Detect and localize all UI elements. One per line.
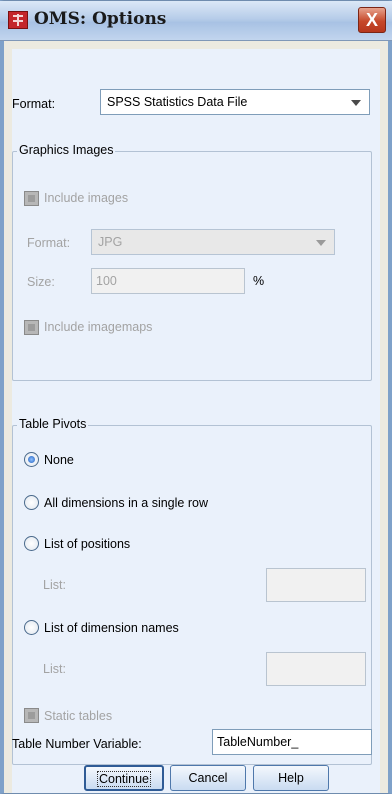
list-dimensions-label: List: — [43, 662, 66, 676]
include-imagemaps-checkbox[interactable] — [24, 320, 39, 335]
image-format-label: Format: — [27, 236, 71, 250]
table-pivots-title: Table Pivots — [17, 417, 89, 431]
pivot-dimension-names-radio[interactable] — [24, 620, 39, 635]
size-input[interactable]: 100 — [91, 268, 245, 294]
list-positions-label: List: — [43, 578, 66, 592]
size-unit: % — [253, 274, 265, 288]
include-images-checkbox[interactable] — [24, 191, 39, 206]
pivot-list-positions-label: List of positions — [44, 537, 131, 551]
pivot-none-radio[interactable] — [24, 452, 39, 467]
format-label: Format: — [12, 97, 56, 111]
title-bar[interactable]: OMS: Options X — [0, 1, 392, 41]
list-dimensions-input[interactable] — [266, 652, 366, 686]
table-pivots-group: Table Pivots None All dimensions in a si… — [12, 417, 372, 765]
pivot-list-positions-radio[interactable] — [24, 536, 39, 551]
pivot-single-row-label: All dimensions in a single row — [44, 496, 208, 510]
pivot-none-label: None — [44, 453, 74, 467]
chevron-down-icon — [316, 240, 326, 246]
continue-button[interactable]: Continue — [84, 765, 164, 791]
graphics-images-title: Graphics Images — [17, 143, 116, 157]
include-images-label: Include images — [44, 191, 129, 205]
static-tables-checkbox[interactable] — [24, 708, 39, 723]
continue-button-label: Continue — [96, 771, 152, 787]
dialog-body: Format: SPSS Statistics Data File Graphi… — [12, 49, 380, 793]
include-imagemaps-label: Include imagemaps — [44, 320, 153, 334]
image-format-dropdown[interactable]: JPG — [91, 229, 335, 255]
oms-options-dialog: OMS: Options X Format: SPSS Statistics D… — [0, 0, 392, 794]
window-title: OMS: Options — [34, 9, 167, 29]
table-number-input[interactable]: TableNumber_ — [212, 729, 372, 755]
close-icon[interactable]: X — [358, 7, 386, 33]
image-format-value: JPG — [98, 235, 123, 249]
table-number-label: Table Number Variable: — [12, 737, 142, 751]
static-tables-label: Static tables — [44, 709, 113, 723]
cancel-button[interactable]: Cancel — [170, 765, 246, 791]
format-dropdown-value: SPSS Statistics Data File — [107, 95, 248, 109]
pivot-dimension-names-label: List of dimension names — [44, 621, 179, 635]
format-dropdown[interactable]: SPSS Statistics Data File — [100, 89, 370, 115]
chevron-down-icon — [351, 100, 361, 106]
size-label: Size: — [27, 275, 55, 289]
spss-table-icon — [8, 11, 28, 29]
pivot-single-row-radio[interactable] — [24, 495, 39, 510]
list-positions-input[interactable] — [266, 568, 366, 602]
graphics-images-group: Graphics Images Include images Format: J… — [12, 143, 372, 381]
help-button[interactable]: Help — [253, 765, 329, 791]
